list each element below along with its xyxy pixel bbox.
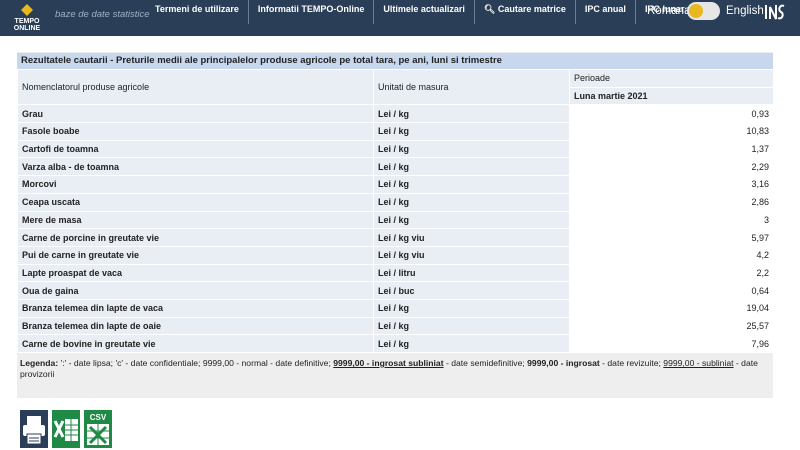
unit-value: Lei / kg [373, 334, 570, 353]
legend: Legenda: ':' - date lipsa; 'c' - date co… [20, 358, 772, 380]
table-row: Morcovi Lei / kg 3,16 [17, 175, 774, 194]
price-value: 4,2 [569, 245, 774, 265]
results-title: Rezultatele cautarii - Preturile medii a… [17, 53, 773, 69]
nav-search-label: Cautare matrice [497, 4, 566, 14]
toggle-knob [689, 4, 703, 18]
product-name: Morcovi [17, 175, 374, 194]
main-nav: Termeni de utilizare Informatii TEMPO-On… [146, 0, 693, 24]
unit-value: Lei / kg [373, 104, 570, 124]
language-romanian[interactable]: Romana [647, 5, 690, 17]
product-name: Pui de carne in greutate vie [17, 245, 374, 265]
product-name: Branza telemea din lapte de oaie [17, 316, 374, 336]
unit-value: Lei / kg [373, 139, 570, 159]
table-row: Grau Lei / kg 0,93 [17, 104, 774, 124]
table-row: Mere de masa Lei / kg 3 [17, 210, 774, 230]
product-name: Carne de porcine in greutate vie [17, 228, 374, 247]
product-name: Mere de masa [17, 210, 374, 230]
unit-value: Lei / kg [373, 316, 570, 336]
table-row: Branza telemea din lapte de oaie Lei / k… [17, 316, 774, 336]
language-toggle[interactable] [687, 2, 720, 20]
product-name: Branza telemea din lapte de vaca [17, 298, 374, 318]
unit-value: Lei / kg [373, 122, 570, 141]
legend-text-1: ':' - date lipsa; 'c' - date confidentia… [58, 358, 334, 368]
table-row: Fasole boabe Lei / kg 10,83 [17, 122, 774, 141]
top-navigation-bar: TEMPO ONLINE baze de date statistice Ter… [0, 0, 800, 36]
unit-value: Lei / buc [373, 281, 570, 300]
table-row: Pui de carne in greutate vie Lei / kg vi… [17, 245, 774, 265]
legend-text-3: - date revizuite; [599, 358, 664, 368]
product-name: Grau [17, 104, 374, 124]
unit-value: Lei / kg [373, 192, 570, 212]
price-value: 19,04 [569, 298, 774, 318]
table-row: Branza telemea din lapte de vaca Lei / k… [17, 298, 774, 318]
nav-ipc-annual[interactable]: IPC anual [574, 0, 635, 24]
price-value: 3,16 [569, 175, 774, 194]
price-value: 5,97 [569, 228, 774, 247]
period-label: Luna martie 2021 [569, 86, 774, 106]
price-value: 10,83 [569, 122, 774, 141]
column-header-unit: Unitati de masura [373, 68, 570, 106]
ins-logo[interactable] [764, 3, 786, 25]
unit-value: Lei / kg [373, 298, 570, 318]
price-value: 2,2 [569, 263, 774, 283]
nav-terms[interactable]: Termeni de utilizare [146, 0, 248, 24]
unit-value: Lei / kg [373, 175, 570, 194]
excel-export-icon[interactable] [52, 410, 80, 448]
product-name: Oua de gaina [17, 281, 374, 300]
product-name: Lapte proaspat de vaca [17, 263, 374, 283]
ins-logo-icon [765, 4, 785, 20]
price-value: 0,64 [569, 281, 774, 300]
unit-value: Lei / kg viu [373, 245, 570, 265]
product-name: Ceapa uscata [17, 192, 374, 212]
legend-text-2: - date semidefinitive; [443, 358, 528, 368]
unit-value: Lei / kg [373, 210, 570, 230]
table-row: Oua de gaina Lei / buc 0,64 [17, 281, 774, 300]
nav-info[interactable]: Informatii TEMPO-Online [247, 0, 374, 24]
column-header-product: Nomenclatorul produse agricole [17, 68, 374, 106]
csv-export-icon[interactable]: CSV [84, 410, 112, 448]
legend-example-bold-underline: 9999,00 - ingrosat subliniat [333, 358, 444, 368]
product-name: Fasole boabe [17, 122, 374, 141]
results-table: Nomenclatorul produse agricole Unitati d… [17, 68, 774, 353]
unit-value: Lei / kg viu [373, 228, 570, 247]
product-name: Cartofi de toamna [17, 139, 374, 159]
table-row: Ceapa uscata Lei / kg 2,86 [17, 192, 774, 212]
nav-latest-updates[interactable]: Ultimele actualizari [373, 0, 474, 24]
unit-value: Lei / litru [373, 263, 570, 283]
table-row: Carne de bovine in greutate vie Lei / kg… [17, 334, 774, 353]
table-row: Varza alba - de toamna Lei / kg 2,29 [17, 157, 774, 177]
search-icon: 🔍︎ [483, 4, 496, 14]
print-icon[interactable] [20, 410, 48, 448]
price-value: 7,96 [569, 334, 774, 353]
price-value: 1,37 [569, 139, 774, 159]
table-row: Lapte proaspat de vaca Lei / litru 2,2 [17, 263, 774, 283]
price-value: 3 [569, 210, 774, 230]
price-value: 2,86 [569, 192, 774, 212]
csv-label: CSV [90, 413, 107, 422]
logo-text: TEMPO ONLINE [13, 18, 41, 32]
nav-search-matrix[interactable]: 🔍︎ Cautare matrice [473, 0, 575, 24]
price-value: 2,29 [569, 157, 774, 177]
tagline: baze de date statistice [55, 9, 150, 20]
product-name: Varza alba - de toamna [17, 157, 374, 177]
table-row: Carne de porcine in greutate vie Lei / k… [17, 228, 774, 247]
legend-label: Legenda: [20, 358, 59, 368]
unit-value: Lei / kg [373, 157, 570, 177]
product-name: Carne de bovine in greutate vie [17, 334, 374, 353]
language-english[interactable]: English [726, 5, 764, 17]
price-value: 0,93 [569, 104, 774, 124]
legend-example-underline: 9999,00 - subliniat [663, 358, 734, 368]
legend-example-bold: 9999,00 - ingrosat [527, 358, 600, 368]
column-header-period: Perioade [569, 69, 774, 88]
table-row: Cartofi de toamna Lei / kg 1,37 [17, 139, 774, 159]
price-value: 25,57 [569, 316, 774, 336]
